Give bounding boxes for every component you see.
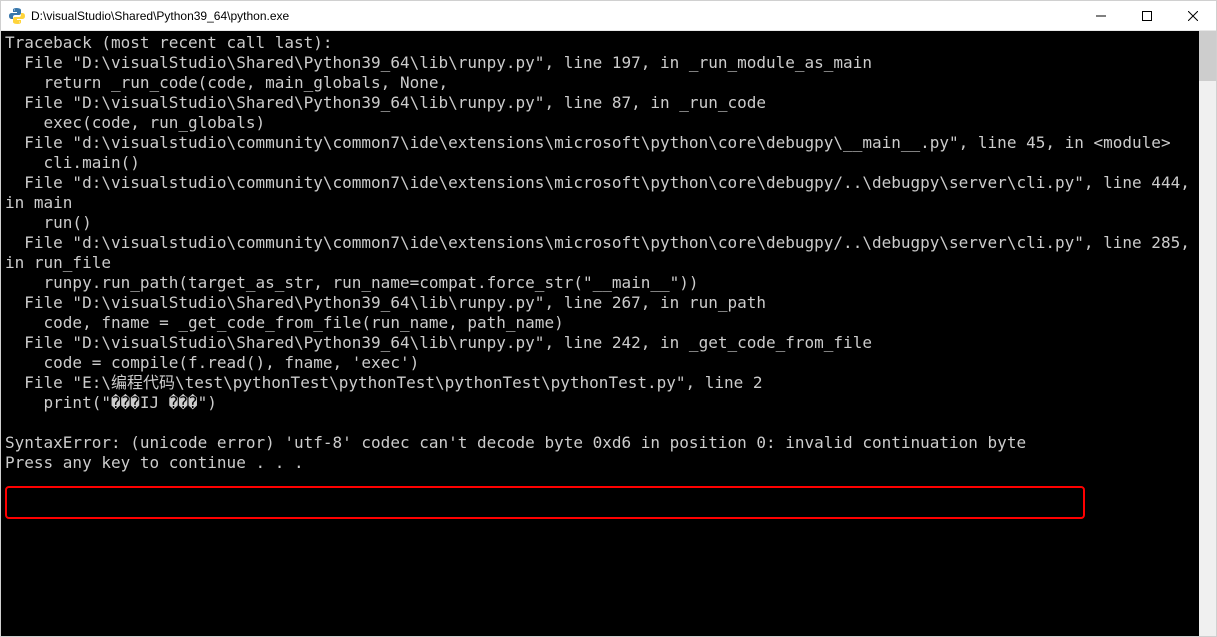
console-line: File "D:\visualStudio\Shared\Python39_64…: [5, 53, 1199, 73]
python-icon: [9, 8, 25, 24]
maximize-button[interactable]: [1124, 1, 1170, 30]
scrollbar-thumb[interactable]: [1199, 31, 1216, 81]
console-line: cli.main(): [5, 153, 1199, 173]
console-line: File "D:\visualStudio\Shared\Python39_64…: [5, 333, 1199, 353]
vertical-scrollbar[interactable]: [1199, 31, 1216, 636]
console-line: code = compile(f.read(), fname, 'exec'): [5, 353, 1199, 373]
close-button[interactable]: [1170, 1, 1216, 30]
console-line: print("���IJ ���"): [5, 393, 1199, 413]
console-line: Traceback (most recent call last):: [5, 33, 1199, 53]
console-line: exec(code, run_globals): [5, 113, 1199, 133]
window-title: D:\visualStudio\Shared\Python39_64\pytho…: [31, 9, 1078, 23]
console-window: D:\visualStudio\Shared\Python39_64\pytho…: [0, 0, 1217, 637]
console-line: [5, 413, 1199, 433]
console-area: Traceback (most recent call last): File …: [1, 31, 1216, 636]
console-line: runpy.run_path(target_as_str, run_name=c…: [5, 273, 1199, 293]
console-line: File "D:\visualStudio\Shared\Python39_64…: [5, 293, 1199, 313]
console-line: File "d:\visualstudio\community\common7\…: [5, 233, 1199, 273]
console-line: File "D:\visualStudio\Shared\Python39_64…: [5, 93, 1199, 113]
console-line: Press any key to continue . . .: [5, 453, 1199, 473]
console-output[interactable]: Traceback (most recent call last): File …: [1, 31, 1199, 636]
console-line: File "d:\visualstudio\community\common7\…: [5, 133, 1199, 153]
console-line: File "E:\编程代码\test\pythonTest\pythonTest…: [5, 373, 1199, 393]
console-line: File "d:\visualstudio\community\common7\…: [5, 173, 1199, 213]
window-controls: [1078, 1, 1216, 30]
minimize-button[interactable]: [1078, 1, 1124, 30]
console-line: return _run_code(code, main_globals, Non…: [5, 73, 1199, 93]
titlebar[interactable]: D:\visualStudio\Shared\Python39_64\pytho…: [1, 1, 1216, 31]
console-line: SyntaxError: (unicode error) 'utf-8' cod…: [5, 433, 1199, 453]
console-line: run(): [5, 213, 1199, 233]
console-line: code, fname = _get_code_from_file(run_na…: [5, 313, 1199, 333]
